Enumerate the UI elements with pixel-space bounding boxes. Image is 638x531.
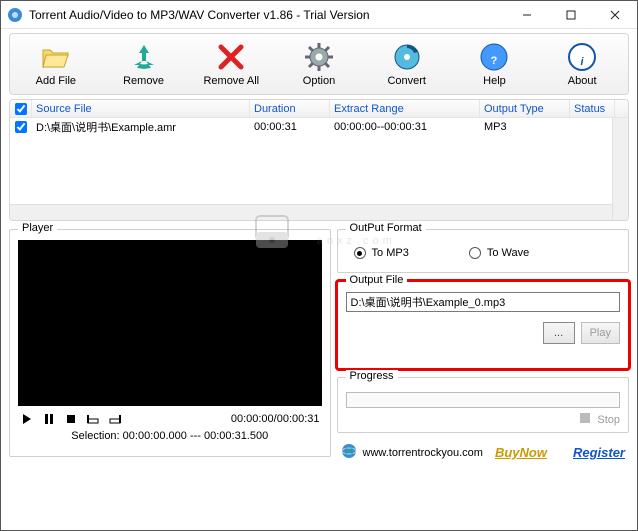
vertical-scrollbar[interactable] [612,118,628,220]
option-button[interactable]: Option [275,38,363,90]
header-duration[interactable]: Duration [250,100,330,117]
pause-button[interactable] [42,412,56,426]
row-output: MP3 [480,118,570,135]
close-button[interactable] [593,1,637,29]
player-time: 00:00:00/00:00:31 [231,413,320,425]
player-title: Player [18,222,57,234]
help-button[interactable]: ? Help [451,38,539,90]
app-icon [7,7,23,23]
about-button[interactable]: i About [538,38,626,90]
svg-text:?: ? [491,55,498,67]
row-source: D:\桌面\说明书\Example.amr [32,118,250,135]
convert-disc-icon [391,41,423,73]
row-extract: 00:00:00--00:00:31 [330,118,480,135]
browse-button[interactable]: ... [543,322,575,344]
output-path-input[interactable] [346,292,620,312]
maximize-button[interactable] [549,1,593,29]
remove-button[interactable]: Remove [100,38,188,90]
website-link[interactable]: www.torrentrockyou.com [363,447,483,459]
folder-open-icon [40,41,72,73]
output-format-panel: OutPut Format To MP3 To Wave [337,229,629,273]
register-link[interactable]: Register [573,445,625,460]
buy-now-link[interactable]: BuyNow [495,445,547,460]
table-row[interactable]: D:\桌面\说明书\Example.amr 00:00:31 00:00:00-… [10,118,628,135]
delete-x-icon [215,41,247,73]
header-output-type[interactable]: Output Type [480,100,570,117]
header-checkbox[interactable] [10,100,32,117]
to-wave-radio[interactable]: To Wave [469,247,529,259]
recycle-icon [128,41,160,73]
mark-in-button[interactable] [86,412,100,426]
mark-out-button[interactable] [108,412,122,426]
video-preview [18,240,322,406]
window-title: Torrent Audio/Video to MP3/WAV Converter… [29,8,505,22]
main-toolbar: Add File Remove Remove All Option Conver… [9,33,629,95]
help-icon: ? [478,41,510,73]
row-duration: 00:00:31 [250,118,330,135]
stop-icon [579,412,591,427]
info-icon: i [566,41,598,73]
convert-button[interactable]: Convert [363,38,451,90]
remove-all-button[interactable]: Remove All [187,38,275,90]
horizontal-scrollbar[interactable] [10,204,612,220]
progress-title: Progress [346,370,398,382]
footer-bar: www.torrentrockyou.com BuyNow Register [337,443,629,462]
globe-icon [341,443,357,462]
play-output-button[interactable]: Play [581,322,620,344]
header-extract-range[interactable]: Extract Range [330,100,480,117]
add-file-button[interactable]: Add File [12,38,100,90]
output-file-panel: Output File ... Play [337,281,629,369]
title-bar: Torrent Audio/Video to MP3/WAV Converter… [1,1,637,29]
play-button[interactable] [20,412,34,426]
progress-panel: Progress Stop [337,377,629,433]
row-checkbox[interactable] [10,118,32,135]
to-mp3-radio[interactable]: To MP3 [354,247,409,259]
output-format-title: OutPut Format [346,222,426,234]
player-selection: Selection: 00:00:00.000 --- 00:00:31.500 [18,430,322,442]
minimize-button[interactable] [505,1,549,29]
header-status[interactable]: Status [570,100,615,117]
player-panel: Player 00:00:00/00:00:31 Selection: 00:0… [9,229,331,457]
file-list[interactable]: Source File Duration Extract Range Outpu… [9,99,629,221]
stop-playback-button[interactable] [64,412,78,426]
gear-icon [303,41,335,73]
row-status [570,118,615,135]
list-header: Source File Duration Extract Range Outpu… [10,100,628,118]
output-file-title: Output File [346,274,408,286]
stop-button[interactable]: Stop [597,414,620,426]
progress-bar [346,392,620,408]
header-source-file[interactable]: Source File [32,100,250,117]
